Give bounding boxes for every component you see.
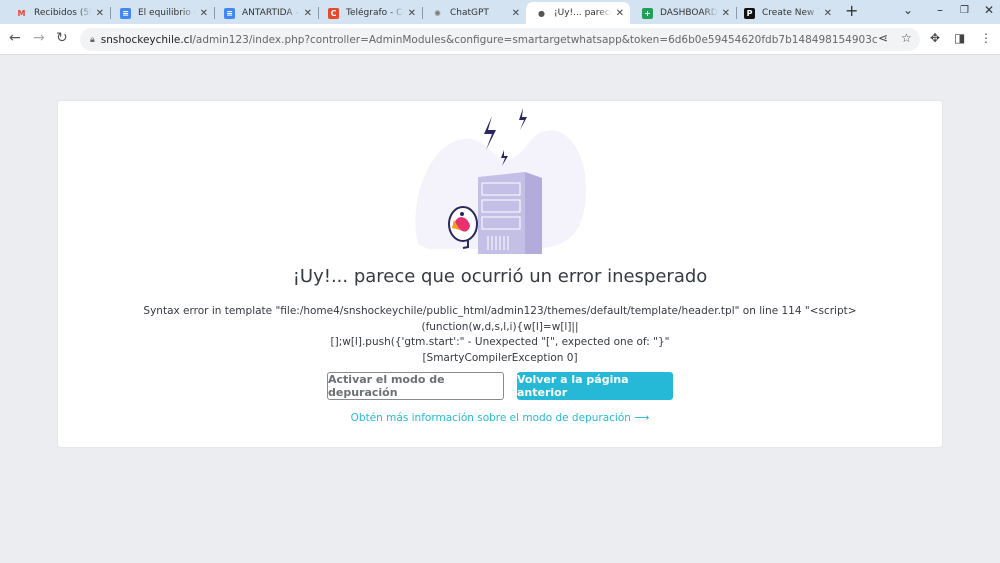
close-tab-icon[interactable]: ✕ [616, 8, 624, 19]
new-tab-button[interactable]: + [845, 1, 858, 20]
p-icon: P [744, 7, 755, 19]
back-icon[interactable]: ← [9, 30, 21, 46]
url-domain: snshockeychile.cl [100, 33, 193, 46]
tab-title: El equilibrio d [138, 8, 196, 18]
docs-icon: ≡ [120, 7, 131, 19]
chatgpt-icon: ✺ [434, 8, 441, 18]
browser-tab[interactable]: ● ¡Uy!... parece ✕ [526, 2, 630, 24]
close-tab-icon[interactable]: ✕ [824, 8, 832, 19]
close-tab-icon[interactable]: ✕ [408, 8, 416, 19]
error-line-2: [];w[l].push({'gtm.start':" - Unexpected… [330, 336, 670, 348]
minimize-button[interactable]: – [937, 3, 943, 17]
tab-title: ¡Uy!... parece [554, 8, 612, 18]
url-path: /admin123/index.php?controller=AdminModu… [192, 33, 878, 46]
tab-title: ChatGPT [450, 8, 489, 18]
close-tab-icon[interactable]: ✕ [96, 8, 104, 19]
tab-title: Telégrafo - Co [346, 8, 404, 18]
tab-title: Create New T [762, 8, 820, 18]
browser-tab[interactable]: + DASHBOARD ✕ [632, 2, 736, 24]
browser-tab[interactable]: ≡ ANTARTIDA - ✕ [214, 2, 318, 24]
tab-strip: M Recibidos (59 ✕ ≡ El equilibrio d ✕ ≡ ANTARTI… [0, 0, 1000, 24]
browser-tab[interactable]: ✺ ChatGPT ✕ [422, 2, 526, 24]
bookmark-star-icon[interactable]: ☆ [901, 31, 912, 45]
docs-icon: ≡ [224, 7, 235, 19]
error-card: ¡Uy!... parece que ocurrió un error ines… [58, 101, 942, 447]
close-window-button[interactable]: ✕ [984, 3, 994, 17]
debug-info-link-text[interactable]: Obtén más información sobre el modo de d… [351, 412, 631, 424]
error-message: Syntax error in template "file:/home4/sn… [98, 304, 902, 366]
close-tab-icon[interactable]: ✕ [200, 8, 208, 19]
browser-tab[interactable]: ≡ El equilibrio d ✕ [110, 2, 214, 24]
tab-title: DASHBOARD [660, 8, 718, 18]
close-tab-icon[interactable]: ✕ [512, 8, 520, 19]
enable-debug-mode-button[interactable]: Activar el modo de depuración [327, 372, 504, 400]
tab-search-chevron-icon[interactable]: ⌄ [903, 3, 913, 17]
sheets-icon: + [642, 7, 653, 19]
forward-icon[interactable]: → [33, 30, 45, 46]
menu-icon[interactable]: ⋮ [980, 31, 992, 45]
restore-button[interactable]: ❐ [960, 5, 969, 16]
share-icon[interactable]: ⋖ [878, 31, 888, 45]
error-line-1: Syntax error in template "file:/home4/sn… [143, 305, 857, 333]
go-back-button[interactable]: Volver a la página anterior [517, 372, 673, 400]
browser-toolbar: ← → ↻ 🔒︎ snshockeychile.cl/admin123/inde… [0, 24, 1000, 55]
prestashop-icon: ● [538, 8, 545, 18]
browser-tab[interactable]: C Telégrafo - Co ✕ [318, 2, 422, 24]
arrow-right-icon: ⟶ [634, 412, 650, 424]
telegrafo-icon: C [328, 7, 339, 19]
gmail-icon: M [17, 8, 26, 18]
close-tab-icon[interactable]: ✕ [722, 8, 730, 19]
tab-title: Recibidos (59 [34, 8, 92, 18]
error-exception: [SmartyCompilerException 0] [422, 351, 578, 364]
debug-info-link[interactable]: Obtén más información sobre el modo de d… [58, 412, 942, 424]
address-bar[interactable]: 🔒︎ snshockeychile.cl/admin123/index.php?… [80, 28, 920, 51]
side-panel-icon[interactable]: ◨ [954, 31, 965, 45]
tab-title: ANTARTIDA - [242, 8, 299, 18]
close-tab-icon[interactable]: ✕ [304, 8, 312, 19]
lock-icon: 🔒︎ [90, 34, 95, 45]
browser-tab[interactable]: P Create New T ✕ [734, 2, 838, 24]
reload-icon[interactable]: ↻ [56, 30, 68, 46]
extensions-icon[interactable]: ✥ [930, 31, 940, 45]
server-error-illustration [415, 108, 587, 254]
error-title: ¡Uy!... parece que ocurrió un error ines… [292, 266, 708, 287]
browser-tab[interactable]: M Recibidos (59 ✕ [6, 2, 110, 24]
